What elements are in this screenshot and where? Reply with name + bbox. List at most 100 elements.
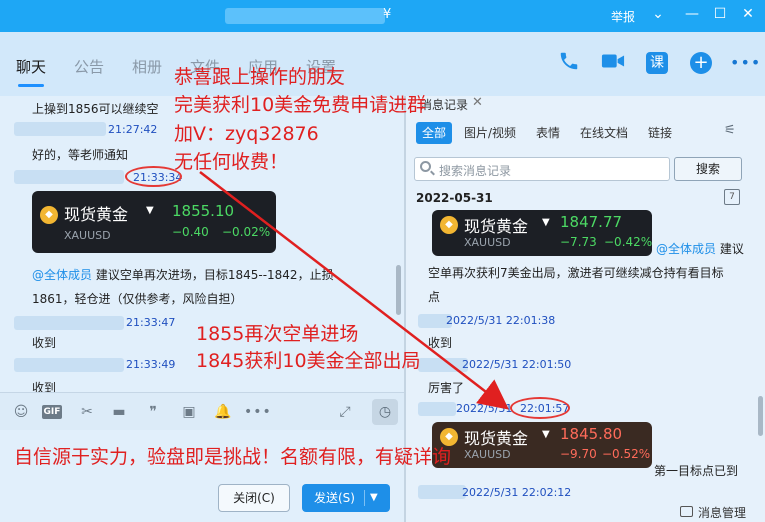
- chat-scrollbar[interactable]: [396, 265, 401, 315]
- message-time: 2022/5/31 22:01:38: [446, 314, 556, 327]
- calendar-icon[interactable]: 7: [724, 189, 740, 205]
- minimize-button[interactable]: —: [682, 6, 702, 22]
- gif-icon[interactable]: GIF: [42, 405, 62, 419]
- quote-icon[interactable]: ❞: [144, 403, 162, 421]
- history-tab-title[interactable]: 消息记录: [420, 96, 468, 113]
- overlay-text: 1845获利10美金全部出局: [196, 350, 421, 372]
- chat-message-text: @全体成员 建议空单再次进场，目标1845--1842，止损: [32, 266, 334, 283]
- history-search-input[interactable]: 搜索消息记录: [414, 157, 670, 181]
- emoji-icon[interactable]: ☺: [12, 403, 30, 421]
- message-body: 建议: [716, 242, 744, 256]
- filter-links[interactable]: 链接: [648, 122, 672, 144]
- overlay-text: 自信源于实力，验盘即是挑战！名额有限，有疑详询: [14, 446, 452, 468]
- chat-message-text: 收到: [32, 336, 57, 350]
- message-manage-icon: [680, 506, 693, 517]
- sender-name-blurred: [418, 485, 466, 499]
- gold-quote-percent: −0.42%: [604, 235, 653, 249]
- message-time: 2022/5/31 22:01:50: [462, 358, 572, 371]
- expand-icon[interactable]: ⤢: [336, 403, 354, 421]
- gold-quote-code: XAUUSD: [464, 236, 511, 249]
- gold-quote-price: 1847.77: [560, 213, 623, 231]
- overlay-text: 完美获利10美金免费申请进群: [174, 94, 427, 116]
- gold-coin-icon: ◆: [40, 206, 58, 224]
- close-chat-button[interactable]: 关闭(C): [218, 484, 290, 512]
- filter-all[interactable]: 全部: [416, 122, 453, 144]
- gold-quote-name: 现货黄金: [64, 205, 129, 224]
- history-scrollbar[interactable]: [758, 396, 763, 436]
- filter-docs[interactable]: 在线文档: [580, 122, 628, 144]
- chat-message-text: 收到: [32, 381, 57, 392]
- mention-all[interactable]: @全体成员: [656, 242, 716, 256]
- message-time: 21:33:49: [126, 358, 176, 371]
- send-button[interactable]: 发送(S) ▼: [302, 484, 390, 512]
- highlight-oval: [510, 397, 570, 419]
- chevron-down-icon[interactable]: ▼: [370, 484, 378, 512]
- bell-icon[interactable]: 🔔: [214, 403, 232, 421]
- chat-message-text: 上操到1856可以继续空: [32, 102, 159, 116]
- gold-quote-price: 1855.10: [172, 202, 235, 220]
- search-button[interactable]: 搜索: [674, 157, 742, 181]
- window-title-blurred: [225, 8, 385, 24]
- search-placeholder: 搜索消息记录: [439, 164, 512, 178]
- filter-media[interactable]: 图片/视频: [464, 122, 516, 144]
- folder-icon[interactable]: ▬: [110, 403, 128, 421]
- chat-message-text: 1861，轻仓进（仅供参考，风险自担）: [32, 292, 243, 306]
- gold-quote-percent: −0.52%: [602, 447, 651, 461]
- gold-quote-card[interactable]: ◆ 现货黄金 ▼ XAUUSD 1855.10 −0.40 −0.02%: [32, 191, 276, 253]
- tab-chat[interactable]: 聊天: [16, 56, 46, 77]
- close-button[interactable]: ✕: [738, 6, 758, 22]
- chevron-down-icon: ▼: [542, 429, 550, 440]
- close-icon[interactable]: ✕: [472, 95, 483, 110]
- history-date: 2022-05-31: [416, 191, 493, 205]
- overlay-text: 无任何收费！: [174, 151, 289, 173]
- maximize-button[interactable]: ☐: [710, 6, 730, 22]
- chevron-down-icon: ▼: [542, 217, 550, 228]
- overlay-text: 恭喜跟上操作的朋友: [174, 66, 346, 88]
- more-icon[interactable]: •••: [244, 403, 271, 421]
- chat-message-text: 好的，等老师通知: [32, 148, 129, 162]
- overlay-text: 1855再次空单进场: [196, 323, 359, 345]
- message-time: 21:27:42: [108, 123, 158, 136]
- tab-album[interactable]: 相册: [132, 56, 162, 77]
- gold-quote-change: −9.70: [560, 447, 597, 461]
- filter-stickers[interactable]: 表情: [536, 122, 560, 144]
- history-message-text: 点: [428, 290, 441, 304]
- gold-coin-icon: ◆: [440, 216, 458, 234]
- phone-icon[interactable]: [556, 50, 582, 76]
- gold-quote-name: 现货黄金: [464, 429, 529, 448]
- message-manage-button[interactable]: 消息管理: [698, 504, 746, 521]
- history-message-text: 收到: [428, 336, 453, 350]
- message-time: 2022/5/31: [456, 402, 513, 415]
- scissors-icon[interactable]: ✂: [78, 403, 96, 421]
- input-toolbar: ☺ GIF ✂ ▬ ❞ ▣ 🔔 ••• ⤢ ◷: [0, 392, 404, 430]
- add-icon[interactable]: +: [690, 52, 712, 74]
- gold-quote-code: XAUUSD: [464, 448, 511, 461]
- more-icon[interactable]: •••: [730, 50, 760, 76]
- history-clock-icon[interactable]: ◷: [372, 399, 398, 425]
- gold-quote-price: 1845.80: [560, 425, 623, 443]
- sender-name-blurred: [14, 316, 124, 330]
- video-call-icon[interactable]: [600, 50, 626, 76]
- search-icon: [420, 161, 431, 172]
- gold-quote-change: −7.73: [560, 235, 597, 249]
- gold-quote-card[interactable]: ◆ 现货黄金 ▼ XAUUSD 1845.80 −9.70 −0.52%: [432, 422, 652, 468]
- image-icon[interactable]: ▣: [180, 403, 198, 421]
- history-message-text: 厉害了: [428, 381, 465, 395]
- title-bar: ¥ 举报 ⌄ — ☐ ✕: [0, 0, 765, 32]
- group-toolbar: 聊天 公告 相册 文件 应用 设置 课 + •••: [0, 32, 765, 96]
- gold-quote-code: XAUUSD: [64, 229, 111, 242]
- sender-name-blurred: [418, 402, 456, 416]
- gold-quote-card[interactable]: ◆ 现货黄金 ▼ XAUUSD 1847.77 −7.73 −0.42%: [432, 210, 652, 256]
- class-icon[interactable]: 课: [646, 52, 668, 74]
- gold-quote-change: −0.40: [172, 225, 209, 239]
- tab-announcement[interactable]: 公告: [74, 56, 104, 77]
- active-tab-indicator: [18, 84, 44, 87]
- mention-all[interactable]: @全体成员: [32, 268, 92, 282]
- history-message-text: @全体成员 建议: [656, 240, 744, 257]
- report-button[interactable]: 举报: [611, 8, 635, 25]
- window-title-tail: ¥: [383, 7, 392, 22]
- filter-icon[interactable]: ⚟: [724, 123, 736, 138]
- dropdown-icon[interactable]: ⌄: [648, 6, 668, 22]
- message-body: 建议空单再次进场，目标1845--1842，止损: [92, 268, 334, 282]
- sender-name-blurred: [14, 122, 106, 136]
